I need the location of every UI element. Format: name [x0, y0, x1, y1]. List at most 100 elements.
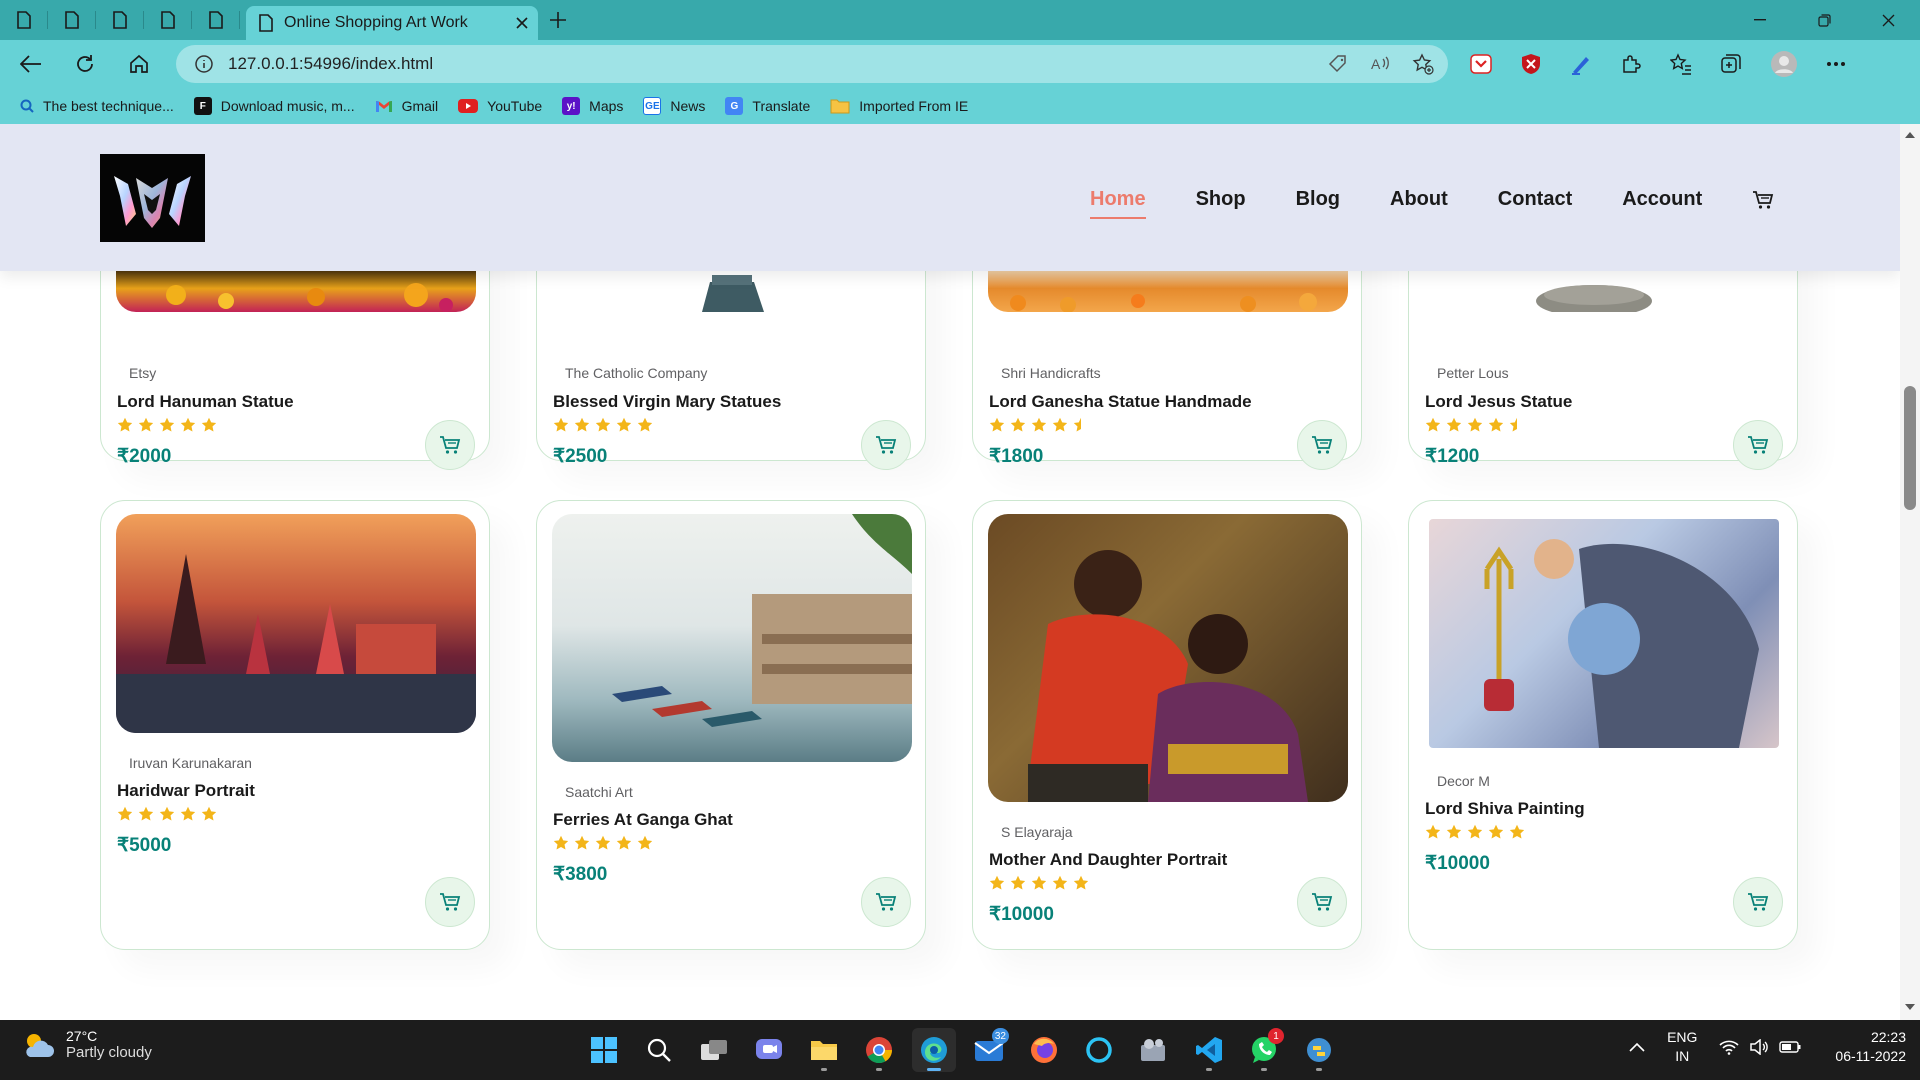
product-card[interactable]: S Elayaraja Mother And Daughter Portrait…	[972, 500, 1362, 950]
chevron-up-icon[interactable]	[1629, 1042, 1645, 1052]
tag-icon[interactable]	[1328, 54, 1348, 74]
nav-contact[interactable]: Contact	[1498, 188, 1572, 211]
clock[interactable]: 22:23 06-11-2022	[1835, 1028, 1906, 1066]
bookmark-news[interactable]: GE News	[643, 97, 705, 115]
bookmark-gmail[interactable]: Gmail	[375, 98, 438, 114]
product-name[interactable]: Lord Shiva Painting	[1425, 799, 1585, 819]
product-name[interactable]: Lord Jesus Statue	[1425, 392, 1572, 412]
pinned-tab-5[interactable]	[192, 0, 240, 40]
active-tab[interactable]: Online Shopping Art Work	[246, 6, 538, 40]
pinned-tab-2[interactable]	[48, 0, 96, 40]
product-image[interactable]	[116, 514, 476, 733]
cortana-app[interactable]	[1077, 1028, 1121, 1072]
add-to-cart-button[interactable]	[1733, 420, 1783, 470]
extensions-button[interactable]	[1620, 53, 1642, 75]
add-to-cart-button[interactable]	[861, 877, 911, 927]
product-image[interactable]	[988, 514, 1348, 802]
product-card[interactable]: Iruvan Karunakaran Haridwar Portrait ₹50…	[100, 500, 490, 950]
info-icon[interactable]	[194, 54, 214, 74]
windows-logo-icon	[591, 1037, 617, 1063]
nav-blog[interactable]: Blog	[1296, 188, 1340, 211]
close-tab-icon[interactable]	[516, 17, 528, 29]
add-to-cart-button[interactable]	[1733, 877, 1783, 927]
file-explorer[interactable]	[802, 1028, 846, 1072]
collections-button[interactable]	[1720, 53, 1742, 75]
edge-app[interactable]	[912, 1028, 956, 1072]
scroll-down-arrow-icon[interactable]	[1905, 1004, 1915, 1010]
scroll-up-arrow-icon[interactable]	[1905, 132, 1915, 138]
star-icon	[1031, 875, 1047, 890]
new-tab-button[interactable]	[538, 0, 578, 40]
page-scrollbar[interactable]	[1900, 124, 1920, 1020]
add-to-cart-button[interactable]	[425, 877, 475, 927]
reload-button[interactable]	[62, 44, 108, 84]
bookmark-download-music[interactable]: F Download music, m...	[193, 97, 355, 115]
add-to-cart-button[interactable]	[425, 420, 475, 470]
nav-home[interactable]: Home	[1090, 188, 1146, 219]
product-rating	[553, 417, 653, 433]
back-button[interactable]	[8, 44, 54, 84]
nav-account[interactable]: Account	[1622, 188, 1702, 211]
product-card[interactable]: Saatchi Art Ferries At Ganga Ghat ₹3800	[536, 500, 926, 950]
add-to-cart-button[interactable]	[1297, 877, 1347, 927]
extension-pen[interactable]	[1570, 53, 1592, 75]
teams-chat[interactable]	[747, 1028, 791, 1072]
url-bar[interactable]: 127.0.0.1:54996/index.html A	[176, 45, 1448, 83]
scrollbar-thumb[interactable]	[1904, 386, 1916, 510]
bookmark-youtube[interactable]: YouTube	[458, 98, 542, 114]
start-button[interactable]	[582, 1028, 626, 1072]
product-name[interactable]: Mother And Daughter Portrait	[989, 850, 1227, 870]
media-app[interactable]	[1132, 1028, 1176, 1072]
star-icon	[553, 835, 569, 850]
language-indicator[interactable]: ENG IN	[1667, 1028, 1697, 1066]
nav-cart[interactable]	[1752, 190, 1774, 210]
product-name[interactable]: Haridwar Portrait	[117, 781, 255, 801]
url-text[interactable]: 127.0.0.1:54996/index.html	[228, 54, 1314, 74]
product-name[interactable]: Blessed Virgin Mary Statues	[553, 392, 781, 412]
mail-app[interactable]: 32	[967, 1028, 1011, 1072]
task-view[interactable]	[692, 1028, 736, 1072]
star-icon	[138, 417, 154, 432]
nav-about[interactable]: About	[1390, 188, 1448, 211]
close-window-button[interactable]	[1856, 0, 1920, 40]
product-name[interactable]: Ferries At Ganga Ghat	[553, 810, 733, 830]
vscode-app[interactable]	[1187, 1028, 1231, 1072]
product-name[interactable]: Lord Hanuman Statue	[117, 392, 294, 412]
firefox-app[interactable]	[1022, 1028, 1066, 1072]
bookmark-label: YouTube	[487, 98, 543, 114]
minimize-button[interactable]	[1728, 0, 1792, 40]
extension-shield[interactable]	[1520, 53, 1542, 75]
taskbar-search[interactable]	[637, 1028, 681, 1072]
add-to-cart-button[interactable]	[861, 420, 911, 470]
bookmark-translate[interactable]: G Translate	[725, 97, 810, 115]
restore-button[interactable]	[1792, 0, 1856, 40]
read-aloud-icon[interactable]: A	[1370, 54, 1390, 74]
home-button[interactable]	[116, 44, 162, 84]
favorites-button[interactable]	[1670, 53, 1692, 75]
site-logo[interactable]	[100, 154, 205, 242]
product-brand: Decor M	[1437, 773, 1490, 789]
bookmark-technique[interactable]: The best technique...	[20, 98, 174, 114]
python-app[interactable]	[1297, 1028, 1341, 1072]
bookmark-folder-ie[interactable]: Imported From IE	[830, 98, 968, 114]
running-indicator	[927, 1068, 941, 1071]
star-icon	[1073, 875, 1089, 890]
pinned-tab-4[interactable]	[144, 0, 192, 40]
whatsapp-app[interactable]: 1	[1242, 1028, 1286, 1072]
pinned-tab-3[interactable]	[96, 0, 144, 40]
extension-pocket[interactable]	[1470, 53, 1492, 75]
nav-shop[interactable]: Shop	[1196, 188, 1246, 211]
weather-widget[interactable]: 27°C Partly cloudy	[22, 1028, 152, 1061]
product-image[interactable]	[552, 514, 912, 762]
settings-menu-button[interactable]	[1826, 61, 1846, 67]
add-favorite-icon[interactable]	[1412, 53, 1434, 75]
chrome-app[interactable]	[857, 1028, 901, 1072]
pinned-tab-1[interactable]	[0, 0, 48, 40]
product-image[interactable]	[1429, 519, 1779, 748]
product-name[interactable]: Lord Ganesha Statue Handmade	[989, 392, 1252, 412]
bookmark-maps[interactable]: y! Maps	[562, 97, 623, 115]
add-to-cart-button[interactable]	[1297, 420, 1347, 470]
product-card[interactable]: Decor M Lord Shiva Painting ₹10000	[1408, 500, 1798, 950]
quick-settings[interactable]	[1719, 1039, 1801, 1055]
profile-button[interactable]	[1770, 50, 1798, 78]
